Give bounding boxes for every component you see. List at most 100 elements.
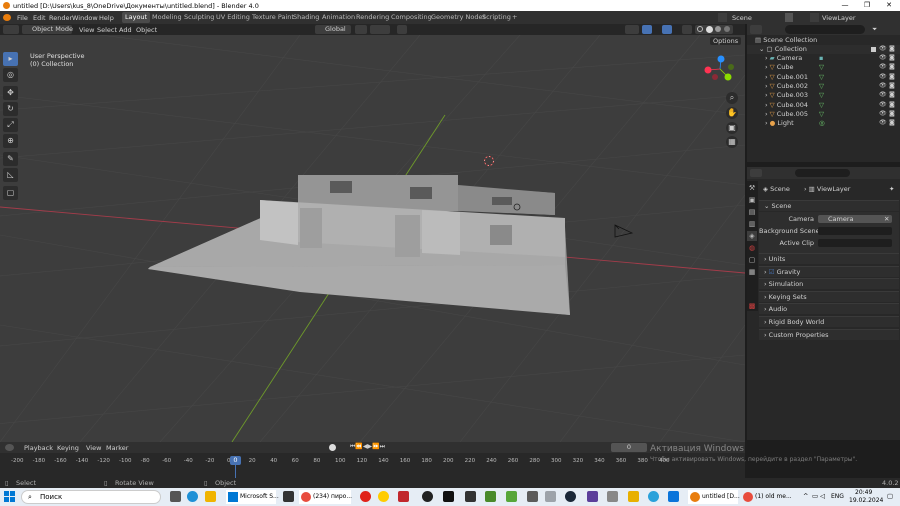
next-key-icon[interactable]: ⏩ (372, 443, 379, 450)
timeline-keying-menu[interactable]: Keying (57, 444, 79, 452)
visibility-eye-icon[interactable]: 👁 (879, 45, 887, 52)
filter-icon[interactable]: ⏷ (872, 25, 882, 34)
timeline-ruler[interactable]: -200 -180 -160 -140 -120 -100 -80 -60 -40 -20 0 20 4… (0, 453, 745, 478)
app-icon-1[interactable] (398, 491, 409, 502)
visibility-eye-icon[interactable]: 👁 (879, 101, 887, 108)
properties-panel-rigid-body-world[interactable]: › Rigid Body World (759, 316, 899, 327)
overlay-toggle-icon[interactable] (662, 25, 672, 34)
visibility-eye-icon[interactable]: 👁 (879, 91, 887, 98)
maximize-button[interactable]: ❐ (856, 0, 878, 11)
outliner-item[interactable]: › ● Light ◎ 👁 ◙ (747, 119, 900, 128)
render-camera-icon[interactable]: ◙ (889, 45, 895, 52)
clear-camera-icon[interactable]: ✕ (884, 215, 889, 223)
new-scene-icon[interactable] (785, 13, 793, 22)
current-frame-field[interactable]: 0 (611, 443, 647, 452)
record-icon[interactable] (329, 444, 336, 451)
options-button[interactable]: Options (710, 37, 742, 45)
tab-rendering[interactable]: Rendering (353, 12, 392, 23)
shading-mode-buttons[interactable] (695, 25, 733, 34)
scene-tab-icon[interactable]: ◈ (747, 231, 757, 241)
pan-hand-icon[interactable]: ✋ (726, 107, 738, 119)
rotate-icon[interactable]: ↻ (3, 102, 18, 116)
gizmo-toggle-icon[interactable] (642, 25, 652, 34)
view-layer-selector[interactable]: ViewLayer (822, 14, 856, 22)
active-clip-field[interactable] (818, 239, 892, 247)
visibility-eye-icon[interactable]: 👁 (879, 63, 887, 70)
tray-chevron-icon[interactable]: ^ (803, 492, 808, 500)
texture-tab-icon[interactable]: ▦ (747, 267, 757, 277)
menu-help[interactable]: Help (99, 14, 114, 22)
select-box-icon[interactable]: ▸ (3, 52, 18, 66)
tab-uv-editing[interactable]: UV Editing (213, 12, 253, 23)
zoom-icon[interactable]: ⌕ (726, 92, 738, 104)
telegram-icon[interactable] (648, 491, 659, 502)
visibility-eye-icon[interactable]: 👁 (879, 110, 887, 117)
wireframe-shading-icon[interactable] (697, 26, 703, 32)
visibility-eye-icon[interactable]: 👁 (879, 73, 887, 80)
playhead-frame[interactable]: 0 (230, 456, 241, 465)
render-camera-icon[interactable]: ◙ (889, 82, 895, 89)
scene-selector[interactable]: Scene (732, 14, 752, 22)
app-icon-5[interactable] (527, 491, 538, 502)
object-data-icon[interactable]: ▪ (819, 54, 823, 62)
properties-panel-simulation[interactable]: › Simulation (759, 278, 899, 290)
tab-sculpting[interactable]: Sculpting (181, 12, 217, 23)
properties-editor-icon[interactable] (750, 169, 762, 177)
opera-icon[interactable] (360, 491, 371, 502)
proportional-edit-icon[interactable] (397, 25, 407, 34)
language-indicator[interactable]: ENG (831, 493, 844, 500)
outliner-item[interactable]: › ▽ Cube ▽ 👁 ◙ (747, 63, 900, 72)
prev-key-icon[interactable]: ⏪ (355, 443, 362, 450)
menu-render[interactable]: Render (49, 14, 72, 22)
properties-panel-keying-sets[interactable]: › Keying Sets (759, 290, 899, 302)
steam-icon[interactable] (565, 491, 576, 502)
visibility-eye-icon[interactable]: 👁 (879, 119, 887, 126)
render-camera-icon[interactable]: ◙ (889, 101, 895, 108)
app-icon-9[interactable] (668, 491, 679, 502)
scene-icon[interactable] (718, 13, 727, 22)
app-icon-2[interactable] (422, 491, 433, 502)
outliner-item[interactable]: › ▽ Cube.003 ▽ 👁 ◙ (747, 91, 900, 100)
render-camera-icon[interactable]: ◙ (889, 63, 895, 70)
move-icon[interactable]: ✥ (3, 86, 18, 100)
task-view-icon[interactable] (170, 491, 181, 502)
properties-panel-audio[interactable]: › Audio (759, 303, 899, 315)
timeline-editor-icon[interactable] (5, 444, 14, 451)
editor-type-icon[interactable] (3, 25, 19, 34)
object-data-icon[interactable]: ▽ (819, 101, 824, 109)
network-icon[interactable]: ▭ (812, 492, 818, 500)
playback-controls[interactable]: ⏮⏪◀▶⏩⏭ (350, 443, 400, 452)
object-data-icon[interactable]: ▽ (819, 73, 824, 81)
mode-selector[interactable]: Object Mode (22, 25, 73, 34)
outliner-item[interactable]: › ▽ Cube.005 ▽ 👁 ◙ (747, 110, 900, 119)
3d-viewport[interactable]: User Perspective (0) Collection Options … (0, 35, 745, 442)
jump-end-icon[interactable]: ⏭ (380, 443, 385, 450)
blender-menu-icon[interactable] (3, 14, 11, 21)
ortho-grid-icon[interactable]: ▦ (726, 136, 738, 148)
outliner-editor-icon[interactable] (750, 25, 762, 34)
annotate-icon[interactable]: ✎ (3, 152, 18, 166)
taskbar-search[interactable]: ⌕ Поиск (21, 490, 161, 504)
menu-window[interactable]: Window (72, 14, 98, 22)
viewport-menu-add[interactable]: Add (119, 26, 132, 34)
viewport-menu-select[interactable]: Select (97, 26, 117, 34)
scene-panel-header[interactable]: ⌄ Scene (759, 200, 899, 211)
clock-date[interactable]: 19.02.2024 (849, 497, 883, 504)
properties-panel-gravity[interactable]: › ☑ Gravity (759, 265, 899, 277)
view-layer-tab-icon[interactable]: ▥ (747, 219, 757, 229)
app-icon-6[interactable] (545, 491, 556, 502)
add-workspace-button[interactable]: + (509, 12, 520, 23)
timeline-marker-menu[interactable]: Marker (106, 444, 128, 452)
render-camera-icon[interactable]: ◙ (889, 73, 895, 80)
solid-shading-icon[interactable] (706, 26, 713, 33)
outliner-item[interactable]: › ▽ Cube.004 ▽ 👁 ◙ (747, 101, 900, 110)
taskbar-app-blender[interactable]: untitled [D... (688, 490, 740, 504)
texture-checker-tab-icon[interactable]: ▩ (747, 301, 757, 311)
file-explorer-icon[interactable] (205, 491, 216, 502)
yandex-icon[interactable] (378, 491, 389, 502)
notification-icon[interactable]: ▢ (887, 492, 893, 500)
volume-icon[interactable]: ◁ (820, 492, 825, 500)
unity-icon[interactable] (443, 491, 454, 502)
outliner-item[interactable]: › ▽ Cube.002 ▽ 👁 ◙ (747, 82, 900, 91)
collection-tab-icon[interactable]: ▢ (747, 255, 757, 265)
